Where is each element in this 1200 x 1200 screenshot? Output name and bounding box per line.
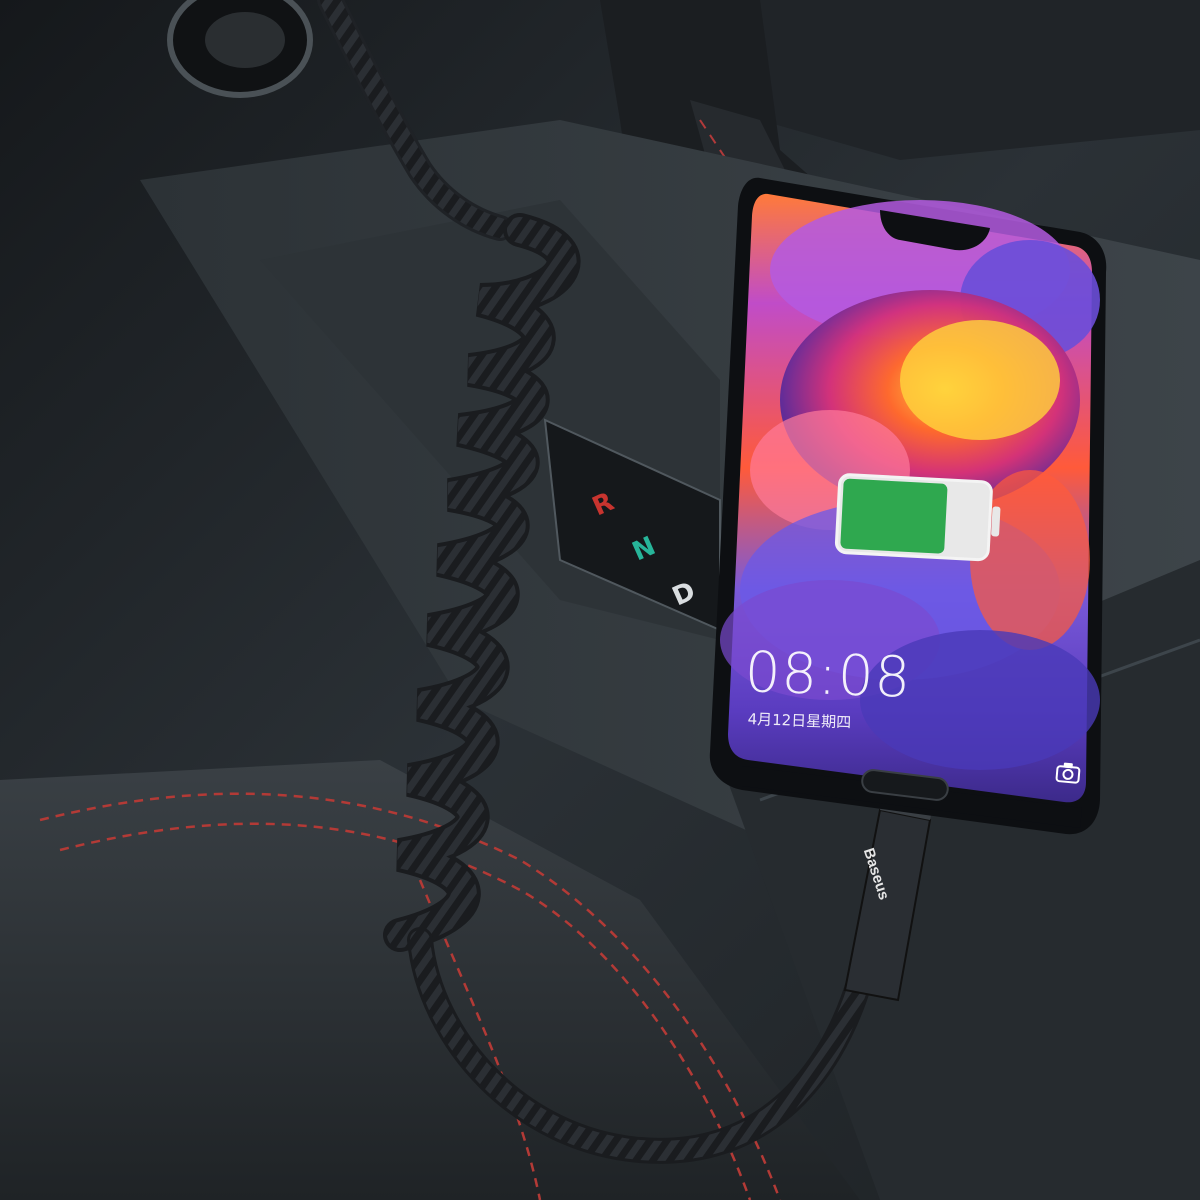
power-socket [167, 0, 313, 98]
lock-screen-clock: 08:08 [743, 640, 913, 711]
battery-icon [834, 473, 1001, 562]
lock-screen-date: 4月12日星期四 [747, 709, 852, 732]
car-interior-scene [0, 0, 1200, 1200]
